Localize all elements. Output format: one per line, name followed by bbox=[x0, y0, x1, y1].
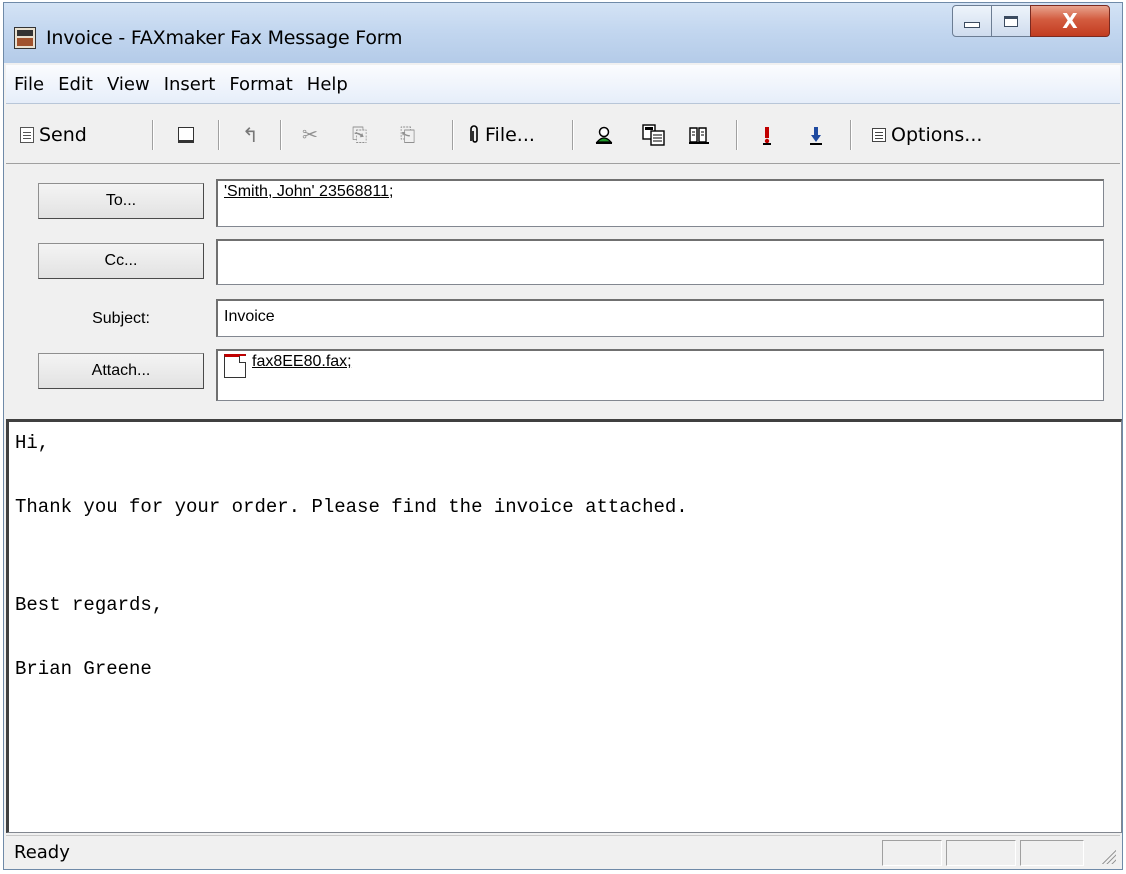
cc-field[interactable] bbox=[216, 239, 1104, 285]
file-label: File... bbox=[485, 124, 535, 146]
paste-button[interactable]: ⎗ bbox=[400, 121, 420, 149]
options-icon bbox=[872, 128, 886, 142]
toolbar-separator bbox=[452, 120, 454, 150]
attachment-field[interactable]: fax8EE80.fax; bbox=[216, 349, 1104, 401]
low-priority-icon bbox=[810, 127, 822, 145]
high-priority-button[interactable] bbox=[762, 121, 777, 149]
undo-button[interactable]: ↰ bbox=[242, 121, 264, 149]
check-names-button[interactable] bbox=[642, 121, 671, 149]
copy-icon: ⎘ bbox=[352, 124, 368, 146]
menu-format[interactable]: Format bbox=[222, 74, 299, 95]
body-line: Brian Greene bbox=[15, 658, 152, 680]
toolbar: Send ↰ ✂ ⎘ ⎗ File... Options... bbox=[6, 107, 1120, 164]
send-button[interactable]: Send bbox=[20, 121, 87, 149]
menu-edit[interactable]: Edit bbox=[51, 74, 100, 95]
attach-button[interactable]: Attach... bbox=[38, 353, 204, 389]
paperclip-icon bbox=[470, 125, 478, 143]
address-list-icon bbox=[689, 127, 709, 144]
status-panel bbox=[946, 840, 1016, 866]
subject-field[interactable]: Invoice bbox=[216, 299, 1104, 337]
fax-app-icon bbox=[14, 27, 36, 49]
status-text: Ready bbox=[14, 842, 70, 863]
menu-help[interactable]: Help bbox=[300, 74, 355, 95]
status-panel bbox=[1020, 840, 1084, 866]
maximize-button[interactable] bbox=[991, 5, 1031, 37]
caption-buttons: X bbox=[952, 5, 1110, 39]
menu-bar: File Edit View Insert Format Help bbox=[6, 65, 1120, 104]
new-button[interactable] bbox=[178, 121, 199, 149]
address-book-icon bbox=[595, 126, 613, 144]
toolbar-separator bbox=[572, 120, 574, 150]
toolbar-separator bbox=[280, 120, 282, 150]
minimize-button[interactable] bbox=[952, 5, 992, 37]
status-panel bbox=[882, 840, 942, 866]
send-label: Send bbox=[39, 124, 87, 146]
menu-insert[interactable]: Insert bbox=[157, 74, 223, 95]
subject-value: Invoice bbox=[224, 308, 275, 325]
fax-message-window: Invoice - FAXmaker Fax Message Form X Fi… bbox=[3, 2, 1123, 870]
close-icon: X bbox=[1062, 9, 1078, 33]
check-names-icon bbox=[642, 124, 665, 146]
cut-button[interactable]: ✂ bbox=[302, 121, 323, 149]
low-priority-button[interactable] bbox=[810, 121, 827, 149]
paste-icon: ⎗ bbox=[400, 124, 416, 146]
to-field[interactable]: 'Smith, John' 23568811; bbox=[216, 179, 1104, 227]
minimize-icon bbox=[964, 22, 980, 28]
to-recipient[interactable]: 'Smith, John' 23568811; bbox=[224, 183, 393, 201]
body-line: Best regards, bbox=[15, 594, 164, 616]
new-icon bbox=[178, 127, 194, 143]
attachment-file[interactable]: fax8EE80.fax; bbox=[252, 353, 352, 371]
options-button[interactable]: Options... bbox=[872, 121, 982, 149]
window-title: Invoice - FAXmaker Fax Message Form bbox=[46, 27, 403, 49]
high-priority-icon bbox=[763, 127, 771, 145]
message-body[interactable]: Hi, Thank you for your order. Please fin… bbox=[6, 419, 1122, 833]
close-button[interactable]: X bbox=[1030, 5, 1110, 37]
toolbar-separator bbox=[152, 120, 154, 150]
toolbar-separator bbox=[850, 120, 852, 150]
menu-view[interactable]: View bbox=[100, 74, 157, 95]
toolbar-separator bbox=[736, 120, 738, 150]
copy-button[interactable]: ⎘ bbox=[352, 121, 372, 149]
body-line: Hi, bbox=[15, 432, 50, 454]
address-list-button[interactable] bbox=[688, 121, 715, 149]
send-icon bbox=[20, 127, 34, 143]
toolbar-separator bbox=[218, 120, 220, 150]
address-book-button[interactable] bbox=[594, 121, 619, 149]
cut-icon: ✂ bbox=[302, 124, 318, 146]
body-line: Thank you for your order. Please find th… bbox=[15, 496, 688, 518]
menu-file[interactable]: File bbox=[6, 74, 51, 95]
undo-icon: ↰ bbox=[242, 123, 259, 147]
status-bar: Ready bbox=[6, 835, 1120, 868]
options-label: Options... bbox=[891, 124, 983, 146]
subject-label: Subject: bbox=[92, 310, 150, 327]
maximize-icon bbox=[1004, 15, 1018, 27]
fax-file-icon bbox=[224, 354, 246, 378]
title-bar[interactable]: Invoice - FAXmaker Fax Message Form X bbox=[4, 3, 1122, 63]
cc-button[interactable]: Cc... bbox=[38, 243, 204, 279]
attach-file-button[interactable]: File... bbox=[468, 121, 535, 149]
to-button[interactable]: To... bbox=[38, 183, 204, 219]
resize-grip-icon[interactable] bbox=[1100, 848, 1116, 864]
